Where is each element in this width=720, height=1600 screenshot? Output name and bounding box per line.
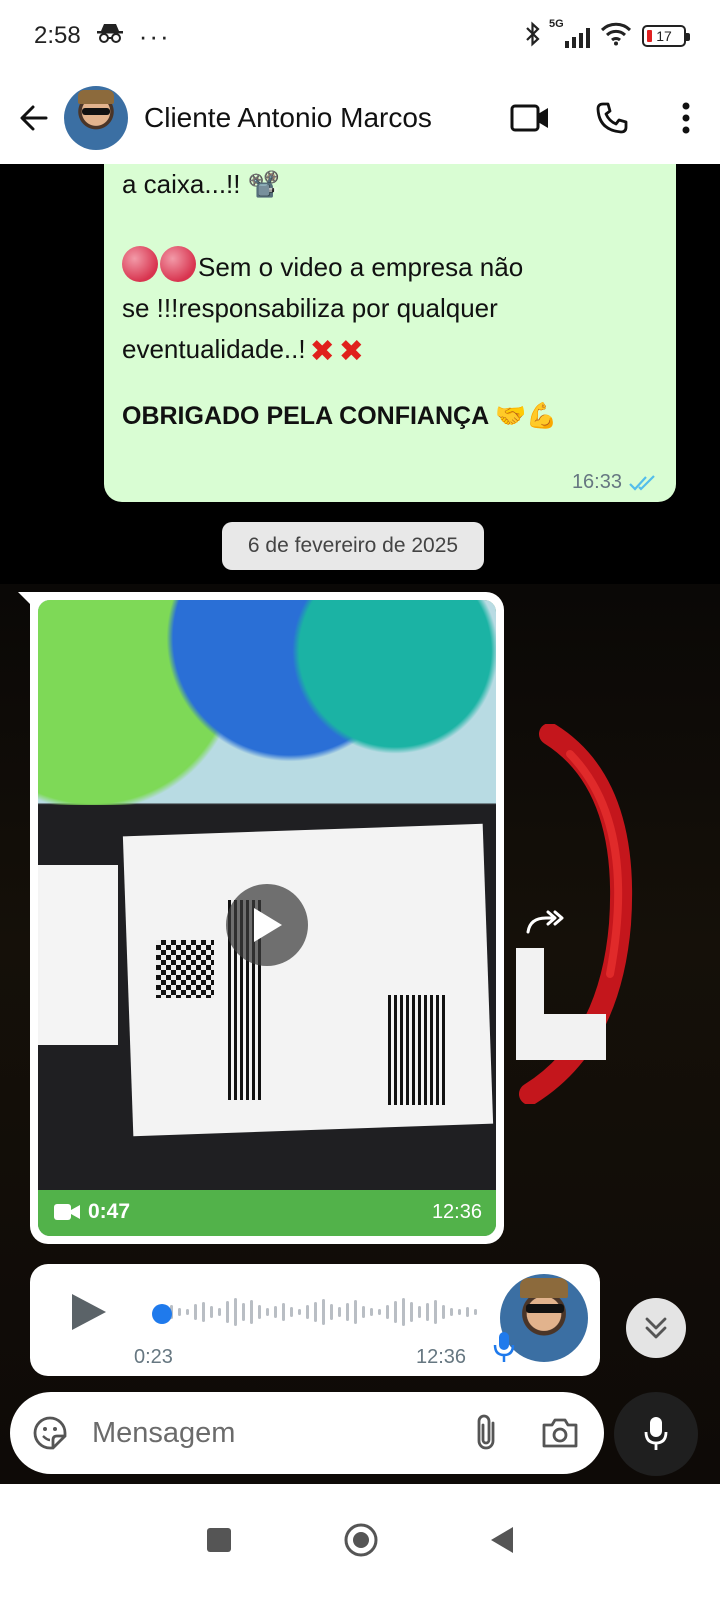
bluetooth-icon: [525, 21, 541, 52]
video-call-icon: [510, 104, 548, 132]
square-icon: [207, 1527, 231, 1552]
cross-mark-emoji-icon: ✖: [338, 335, 364, 368]
cross-mark-emoji-icon: ✖: [309, 335, 335, 368]
message-time: 12:36: [416, 1346, 467, 1368]
video-call-button[interactable]: [500, 88, 560, 148]
sticker-icon: [33, 1416, 67, 1450]
more-options-button[interactable]: [656, 88, 716, 148]
video-duration: 0:47: [88, 1200, 131, 1223]
message-input[interactable]: [92, 1416, 442, 1450]
home-button[interactable]: [343, 1522, 379, 1563]
red-circle-emoji-icon: [160, 246, 196, 282]
read-ticks-icon: [629, 474, 655, 491]
play-video-button[interactable]: [226, 884, 308, 966]
audio-waveform[interactable]: [154, 1294, 494, 1330]
microphone-icon: [493, 1332, 515, 1362]
audio-duration: 0:23: [134, 1346, 173, 1368]
back-button[interactable]: [4, 88, 64, 148]
video-thumbnail[interactable]: 0:47 12:36: [38, 600, 496, 1236]
scroll-to-bottom-button[interactable]: [626, 1298, 686, 1358]
triangle-back-icon: [491, 1526, 513, 1553]
double-chevron-down-icon: [645, 1317, 667, 1339]
message-text-line: eventualidade..!: [122, 334, 306, 364]
battery-icon: 17: [642, 25, 690, 47]
voice-call-button[interactable]: [582, 88, 642, 148]
camera-button[interactable]: [536, 1409, 584, 1457]
message-composer: [10, 1392, 604, 1474]
message-text-line: se !!!responsabiliza por qualquer: [122, 293, 498, 323]
audio-progress-handle[interactable]: [152, 1304, 172, 1324]
network-type: 5G: [549, 18, 564, 30]
message-time: 16:33: [571, 471, 622, 493]
red-circle-emoji-icon: [122, 246, 158, 282]
message-text-line: Sem o video a empresa não: [198, 252, 524, 282]
incoming-video-message[interactable]: 0:47 12:36: [30, 592, 504, 1244]
message-bold-line: OBRIGADO PELA CONFIANÇA 🤝💪: [122, 402, 558, 430]
signal-icon: 5G: [549, 18, 590, 48]
system-navigation-bar: [0, 1484, 720, 1600]
more-vert-icon: [682, 102, 690, 134]
incognito-icon: [95, 22, 125, 51]
outgoing-message[interactable]: a caixa...!! 📽️ Sem o video a empresa nã…: [104, 164, 676, 502]
paperclip-icon: [477, 1414, 495, 1450]
video-camera-icon: [54, 1204, 80, 1220]
sticker-button[interactable]: [26, 1409, 74, 1457]
play-icon: [254, 908, 282, 942]
voice-record-button[interactable]: [614, 1392, 698, 1476]
attach-button[interactable]: [462, 1409, 510, 1457]
recent-apps-button[interactable]: [205, 1526, 233, 1559]
camera-icon: [542, 1418, 578, 1448]
microphone-icon: [644, 1417, 668, 1450]
notification-dots: ···: [138, 20, 171, 51]
message-text-line: a caixa...!! 📽️: [122, 169, 281, 199]
status-bar: 2:58 ··· 5G 17: [0, 0, 720, 72]
contact-avatar[interactable]: [64, 86, 128, 150]
status-time: 2:58: [34, 22, 81, 49]
chat-area[interactable]: a caixa...!! 📽️ Sem o video a empresa nã…: [0, 164, 720, 1484]
incoming-audio-message[interactable]: 0:23 12:36: [30, 1264, 600, 1376]
wifi-icon: [600, 22, 632, 51]
play-audio-button[interactable]: [66, 1290, 110, 1334]
message-time: 12:36: [431, 1201, 482, 1223]
chat-header: Cliente Antonio Marcos: [0, 72, 720, 164]
date-separator: 6 de fevereiro de 2025: [222, 522, 484, 570]
back-arrow-icon: [20, 105, 48, 131]
home-circle-icon: [344, 1523, 378, 1556]
system-back-button[interactable]: [489, 1525, 515, 1560]
battery-level: 17: [656, 28, 672, 44]
forward-icon[interactable]: [524, 906, 564, 936]
contact-name[interactable]: Cliente Antonio Marcos: [144, 102, 474, 134]
white-shape-decoration: [516, 948, 606, 1060]
phone-icon: [596, 102, 628, 134]
